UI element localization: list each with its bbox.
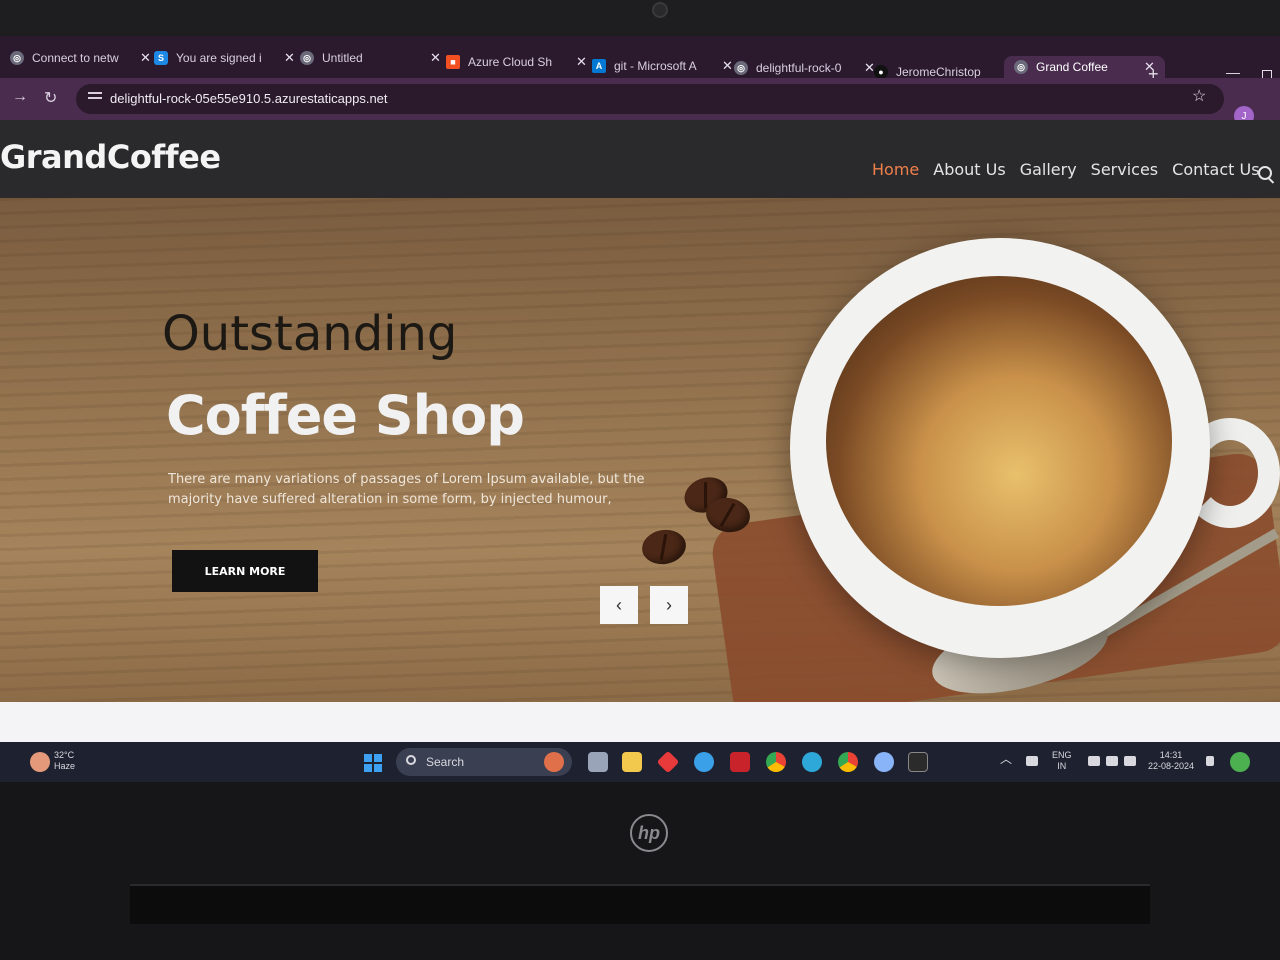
copilot-icon[interactable] [544,752,564,772]
settings-gear-icon[interactable] [874,752,894,772]
task-view-icon[interactable] [588,752,608,772]
laptop-bezel-bottom [0,782,1280,960]
nav-gallery[interactable]: Gallery [1020,160,1077,179]
chrome-profile-icon[interactable] [838,752,858,772]
cloud-icon[interactable] [1026,756,1038,766]
windows-taskbar: 32°C Haze Search ︿ ENG IN 14:31 22-08-20… [0,742,1280,782]
windows-icon: ■ [446,55,460,69]
page-section-divider [0,702,1280,742]
site-info-icon[interactable] [88,92,102,106]
mcafee-icon[interactable] [730,752,750,772]
main-nav: Home About Us Gallery Services Contact U… [872,160,1260,179]
file-explorer-icon[interactable] [622,752,642,772]
hero-description: There are many variations of passages of… [168,472,645,507]
laptop-hinge [130,884,1150,924]
hp-logo: hp [630,814,668,852]
clock[interactable]: 14:31 22-08-2024 [1148,750,1194,772]
nav-contact-us[interactable]: Contact Us [1172,160,1259,179]
site-header: GrandCoffee Home About Us Gallery Servic… [0,120,1280,198]
site-logo[interactable]: GrandCoffee [0,138,221,176]
network-icon[interactable] [1088,756,1100,766]
chevron-up-icon[interactable]: ︿ [1000,753,1012,765]
language-indicator[interactable]: ENG IN [1052,750,1072,772]
weather-icon[interactable] [30,752,50,772]
nav-about-us[interactable]: About Us [933,160,1005,179]
reload-icon[interactable]: ↻ [44,88,57,108]
bookmark-star-icon[interactable]: ☆ [1192,86,1206,106]
globe-icon: ◎ [734,61,748,75]
screen: ◎ Connect to netw ✕ S You are signed i ✕… [0,36,1280,782]
copilot-tray-icon[interactable] [1230,752,1250,772]
carousel-prev-button[interactable]: ‹ [600,586,638,624]
edge-browser-icon[interactable] [802,752,822,772]
search-icon [406,755,416,765]
hero-banner: Outstanding Coffee Shop There are many v… [0,198,1280,702]
hero-heading-line1: Outstanding [162,306,458,362]
tab-grand-coffee[interactable]: ◎ Grand Coffee ✕ [1004,56,1165,78]
carousel-next-button[interactable]: › [650,586,688,624]
notification-bell-icon[interactable] [1206,756,1214,766]
nav-home[interactable]: Home [872,160,919,179]
terminal-icon[interactable] [908,752,928,772]
tab-azure-cloud-shell[interactable]: ■ Azure Cloud Sh ✕ [436,46,597,78]
nav-services[interactable]: Services [1091,160,1158,179]
weather-widget[interactable]: 32°C Haze [54,750,75,772]
tab-connect-to-network[interactable]: ◎ Connect to netw ✕ [0,42,161,74]
globe-icon: ◎ [1014,60,1028,74]
globe-icon: ◎ [10,51,24,65]
browser-tab-strip: ◎ Connect to netw ✕ S You are signed i ✕… [0,36,1280,84]
s-icon: S [154,51,168,65]
learn-more-button[interactable]: LEARN MORE [172,550,318,592]
battery-icon[interactable] [1124,756,1136,766]
tab-untitled[interactable]: ◎ Untitled ✕ [290,42,451,74]
azure-icon: A [592,59,606,73]
volume-icon[interactable] [1106,756,1118,766]
github-icon: ● [874,65,888,79]
browser-toolbar: → ↻ delightful-rock-05e55e910.5.azuresta… [0,78,1280,120]
coffee-surface [826,276,1172,606]
tab-signed-in[interactable]: S You are signed i ✕ [144,42,305,74]
back-arrow-icon[interactable]: → [12,88,28,106]
edge-icon[interactable] [694,752,714,772]
laptop-bezel-top [0,0,1280,40]
app-icon-red[interactable] [656,750,680,774]
url-text: delightful-rock-05e55e910.5.azurestatica… [110,91,388,106]
start-button[interactable] [364,754,382,772]
hero-heading-line2: Coffee Shop [166,384,525,447]
search-icon[interactable] [1258,166,1272,180]
globe-icon: ◎ [300,51,314,65]
webcam [652,2,668,18]
chrome-icon[interactable] [766,752,786,772]
address-bar[interactable]: delightful-rock-05e55e910.5.azurestatica… [76,84,1224,114]
